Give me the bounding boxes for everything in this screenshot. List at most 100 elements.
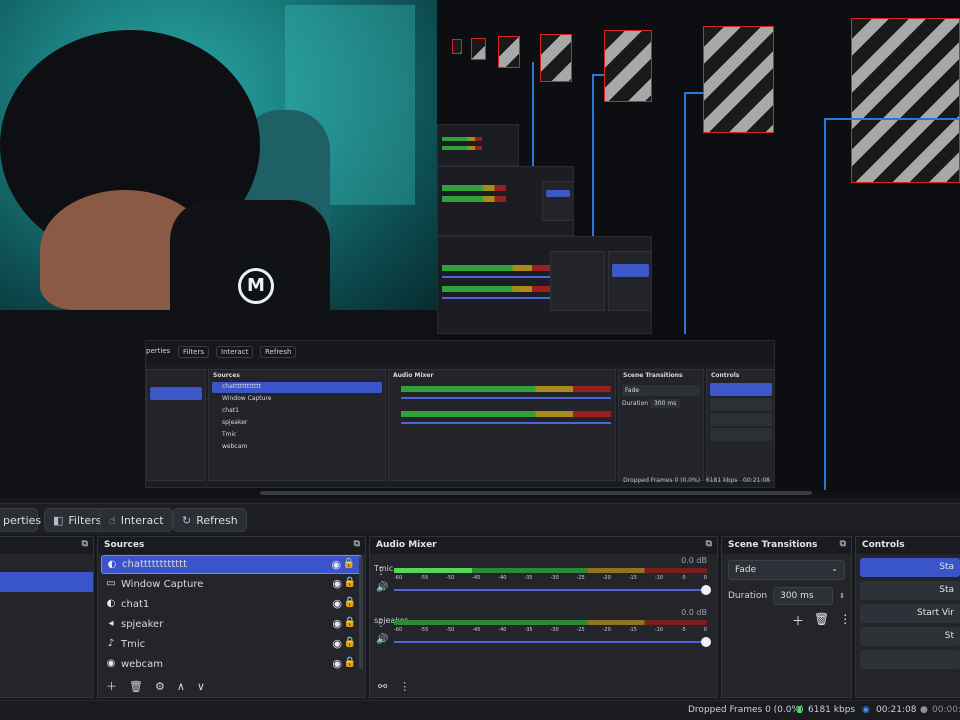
preview-scrollbar[interactable] xyxy=(260,491,812,495)
guide-line xyxy=(824,118,826,490)
volume-slider[interactable] xyxy=(394,637,711,647)
nested-controls: Controls xyxy=(706,369,774,481)
meter-tick: -5 xyxy=(680,627,686,633)
source-name: spjeaker xyxy=(121,619,164,630)
meter-tick: -60 xyxy=(394,575,403,581)
transition-select[interactable]: Fade ⌄ xyxy=(728,560,845,580)
source-name: chatttttttttttt xyxy=(122,559,188,570)
move-down-icon[interactable]: ∨ xyxy=(197,680,205,693)
visibility-eye-icon[interactable]: ◉ xyxy=(331,558,341,571)
undock-icon[interactable]: ⧉ xyxy=(82,539,88,549)
hatch-block xyxy=(540,34,572,82)
speaker-icon[interactable]: 🔊 xyxy=(376,634,388,645)
lock-icon[interactable]: 🔒 xyxy=(344,657,356,668)
meter-tick: -20 xyxy=(602,575,611,581)
move-up-icon[interactable]: ∧ xyxy=(177,680,185,693)
bitrate: 6181 kbps xyxy=(808,705,856,715)
remove-source-icon[interactable]: 🗑 xyxy=(129,680,143,693)
undock-icon[interactable]: ⧉ xyxy=(706,539,712,549)
channel-menu-icon[interactable]: ⋮ xyxy=(376,566,386,577)
nested-source-item: chatttttttttttt xyxy=(212,382,382,393)
source-settings-icon[interactable]: ⚙ xyxy=(155,680,165,693)
source-item[interactable]: ◂ spjeaker ◉ 🔒 xyxy=(101,615,362,634)
nested-properties-label: perties xyxy=(146,347,171,355)
source-item[interactable]: ◐ chat1 ◉ 🔒 xyxy=(101,595,362,614)
meter-tick: -35 xyxy=(524,575,533,581)
visibility-eye-icon[interactable]: ◉ xyxy=(332,617,342,630)
mixer-menu-icon[interactable]: ⋮ xyxy=(399,680,410,693)
visibility-eye-icon[interactable]: ◉ xyxy=(332,597,342,610)
speaker-icon[interactable]: 🔊 xyxy=(376,582,388,593)
remove-transition-icon[interactable]: 🗑 xyxy=(814,612,829,629)
status-bar: Dropped Frames 0 (0.0%) ▮ 6181 kbps ◉ 00… xyxy=(0,700,960,720)
refresh-button[interactable]: ↻ Refresh xyxy=(173,508,247,532)
start-streaming-button[interactable]: Sta xyxy=(860,558,960,577)
sources-scrollbar[interactable] xyxy=(359,557,363,669)
source-item[interactable]: ◐ chatttttttttttt ◉ 🔒 xyxy=(101,555,362,574)
add-source-icon[interactable]: ＋ xyxy=(106,678,117,694)
meter-tick: -35 xyxy=(524,627,533,633)
hatch-block xyxy=(498,36,520,68)
source-item[interactable]: ▭ Window Capture ◉ 🔒 xyxy=(101,575,362,594)
speaker-icon: ◂ xyxy=(108,618,114,629)
guide-line xyxy=(532,62,534,167)
guide-line xyxy=(824,118,960,120)
volume-slider[interactable] xyxy=(394,585,711,595)
meter-ticks: -60 -55 -50 -45 -40 -35 -30 -25 -20 -15 -10 -5 0 xyxy=(394,575,707,582)
lock-icon[interactable]: 🔒 xyxy=(343,558,355,569)
visibility-eye-icon[interactable]: ◉ xyxy=(332,637,342,650)
selected-scene[interactable] xyxy=(0,572,93,592)
guide-line xyxy=(592,74,594,236)
mixer-link-icon[interactable]: ⚯ xyxy=(378,680,387,693)
slider-knob[interactable] xyxy=(701,585,711,595)
duration-stepper[interactable]: ⇕ xyxy=(839,592,845,600)
visibility-eye-icon[interactable]: ◉ xyxy=(332,657,342,670)
hatch-block xyxy=(851,18,960,183)
lock-icon[interactable]: 🔒 xyxy=(344,577,356,588)
meter-tick: -15 xyxy=(628,627,637,633)
signal-icon: ▮ xyxy=(797,705,802,715)
nested-statusbar: Dropped Frames 0 (0.0%) 6181 kbps 00:21:… xyxy=(623,477,770,484)
visibility-eye-icon[interactable]: ◉ xyxy=(332,577,342,590)
scenes-header: ⧉ xyxy=(0,537,93,554)
transition-menu-icon[interactable]: ⋮ xyxy=(839,612,851,629)
undock-icon[interactable]: ⧉ xyxy=(354,539,360,549)
transitions-header: Scene Transitions ⧉ xyxy=(722,537,851,554)
source-item[interactable]: ◉ webcam ◉ 🔒 xyxy=(101,655,362,674)
interact-button[interactable]: ☝ Interact xyxy=(100,508,173,532)
meter-tick: -45 xyxy=(472,627,481,633)
start-recording-button[interactable]: Sta xyxy=(860,581,960,600)
guide-line xyxy=(684,92,686,334)
camera-icon: ◉ xyxy=(106,658,116,669)
meter-tick: 0 xyxy=(703,627,707,633)
source-item[interactable]: ♪ Tmic ◉ 🔒 xyxy=(101,635,362,654)
sources-title: Sources xyxy=(104,540,145,550)
duration-input[interactable]: 300 ms xyxy=(773,587,834,605)
interact-label: Interact xyxy=(120,513,164,527)
nested-source-item: Tmic xyxy=(222,431,237,438)
nested-dock-copy: perties Filters Interact Refresh Sources… xyxy=(145,340,775,488)
controls-dock: Controls Sta Sta Start Vir St xyxy=(855,536,960,698)
lock-icon[interactable]: 🔒 xyxy=(344,597,356,608)
add-transition-icon[interactable]: ＋ xyxy=(792,612,804,629)
scene-transitions-dock: Scene Transitions ⧉ Fade ⌄ Duration 300 … xyxy=(721,536,852,698)
lock-icon[interactable]: 🔒 xyxy=(344,637,356,648)
program-preview[interactable]: M perties Filters Interact Refresh Sourc… xyxy=(0,0,960,498)
filters-icon: ◧ xyxy=(53,513,64,527)
meter-tick: -25 xyxy=(576,627,585,633)
settings-button[interactable] xyxy=(860,650,960,669)
studio-mode-button[interactable]: St xyxy=(860,627,960,646)
source-name: webcam xyxy=(121,659,164,670)
interact-icon: ☝ xyxy=(109,513,116,527)
properties-button[interactable]: perties xyxy=(0,508,41,532)
meter-tick: -50 xyxy=(446,575,455,581)
browser-icon: ◐ xyxy=(106,598,116,609)
meter-tick: -40 xyxy=(498,575,507,581)
slider-knob[interactable] xyxy=(701,637,711,647)
mixer-channel: Tmic 0.0 dB ⋮ -60 -55 -50 -45 -40 -35 -30 -25 -20 -1… xyxy=(374,556,713,606)
channel-menu-icon[interactable]: ⋮ xyxy=(376,618,386,629)
nested-refresh-label: Refresh xyxy=(260,346,297,358)
lock-icon[interactable]: 🔒 xyxy=(344,617,356,628)
start-virtual-camera-button[interactable]: Start Vir xyxy=(860,604,960,623)
undock-icon[interactable]: ⧉ xyxy=(840,539,846,549)
